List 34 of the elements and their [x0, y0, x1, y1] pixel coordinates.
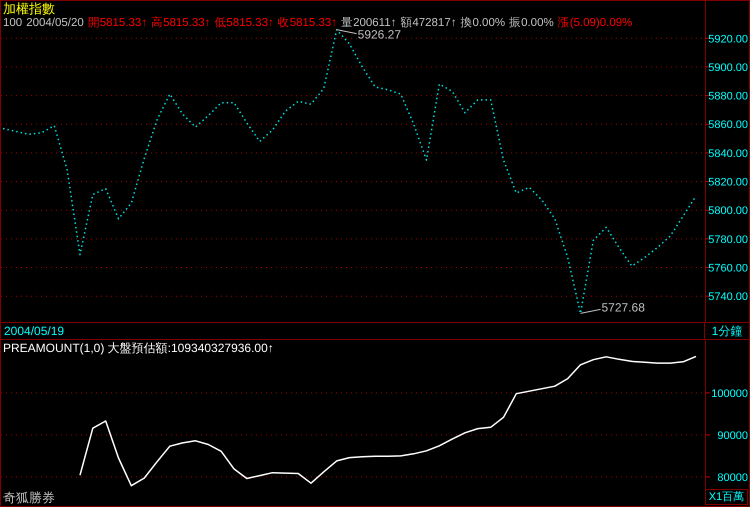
axis-label: 5880.00 — [708, 90, 748, 103]
axis-label: 100000 — [711, 388, 748, 400]
axis-label: 5820.00 — [708, 176, 748, 189]
price-annotation: 5926.27 — [358, 28, 402, 42]
indicator-label: PREAMOUNT(1,0) 大盤預估額:109340327936.00↑ — [3, 341, 274, 355]
axis-label: 5800.00 — [708, 205, 748, 218]
axis-label: 90000 — [717, 430, 748, 442]
quote-value: 低5815.33↑ — [214, 16, 274, 30]
axis-label: 5780.00 — [708, 234, 748, 246]
quote-value: 2004/05/20 — [26, 16, 84, 30]
axis-label: 5760.00 — [708, 262, 748, 275]
quote-value: 100 — [3, 16, 22, 30]
quote-value: 振0.00% — [509, 16, 554, 30]
axis-label: 5840.00 — [708, 148, 748, 160]
index-title: 加權指數 — [3, 2, 56, 16]
leader-line — [336, 29, 358, 34]
quote-value: 高5815.33↑ — [151, 16, 210, 30]
unit-label: X1百萬 — [705, 489, 748, 505]
axis-label: 5860.00 — [708, 119, 748, 132]
leader-line — [580, 308, 601, 314]
axis-label: 5900.00 — [708, 62, 748, 74]
quote-value: 開5815.33↑ — [88, 16, 148, 30]
axis-label: 80000 — [717, 472, 748, 484]
quote-value: 漲(5.09)0.09% — [558, 16, 632, 30]
quote-value: 量200611↑ — [341, 16, 396, 30]
price-annotation: 5727.68 — [602, 300, 645, 314]
axis-label: 5920.00 — [708, 33, 748, 46]
interval-label: 1分鐘 — [712, 324, 742, 338]
broker-label: 奇狐勝券 — [3, 491, 55, 505]
quote-value: 換0.00% — [460, 16, 506, 30]
axis-label: 5740.00 — [708, 291, 748, 304]
date-label: 2004/05/19 — [4, 324, 64, 338]
quote-value: 額472817↑ — [400, 16, 456, 30]
quote-value: 收5815.33↑ — [278, 16, 338, 30]
